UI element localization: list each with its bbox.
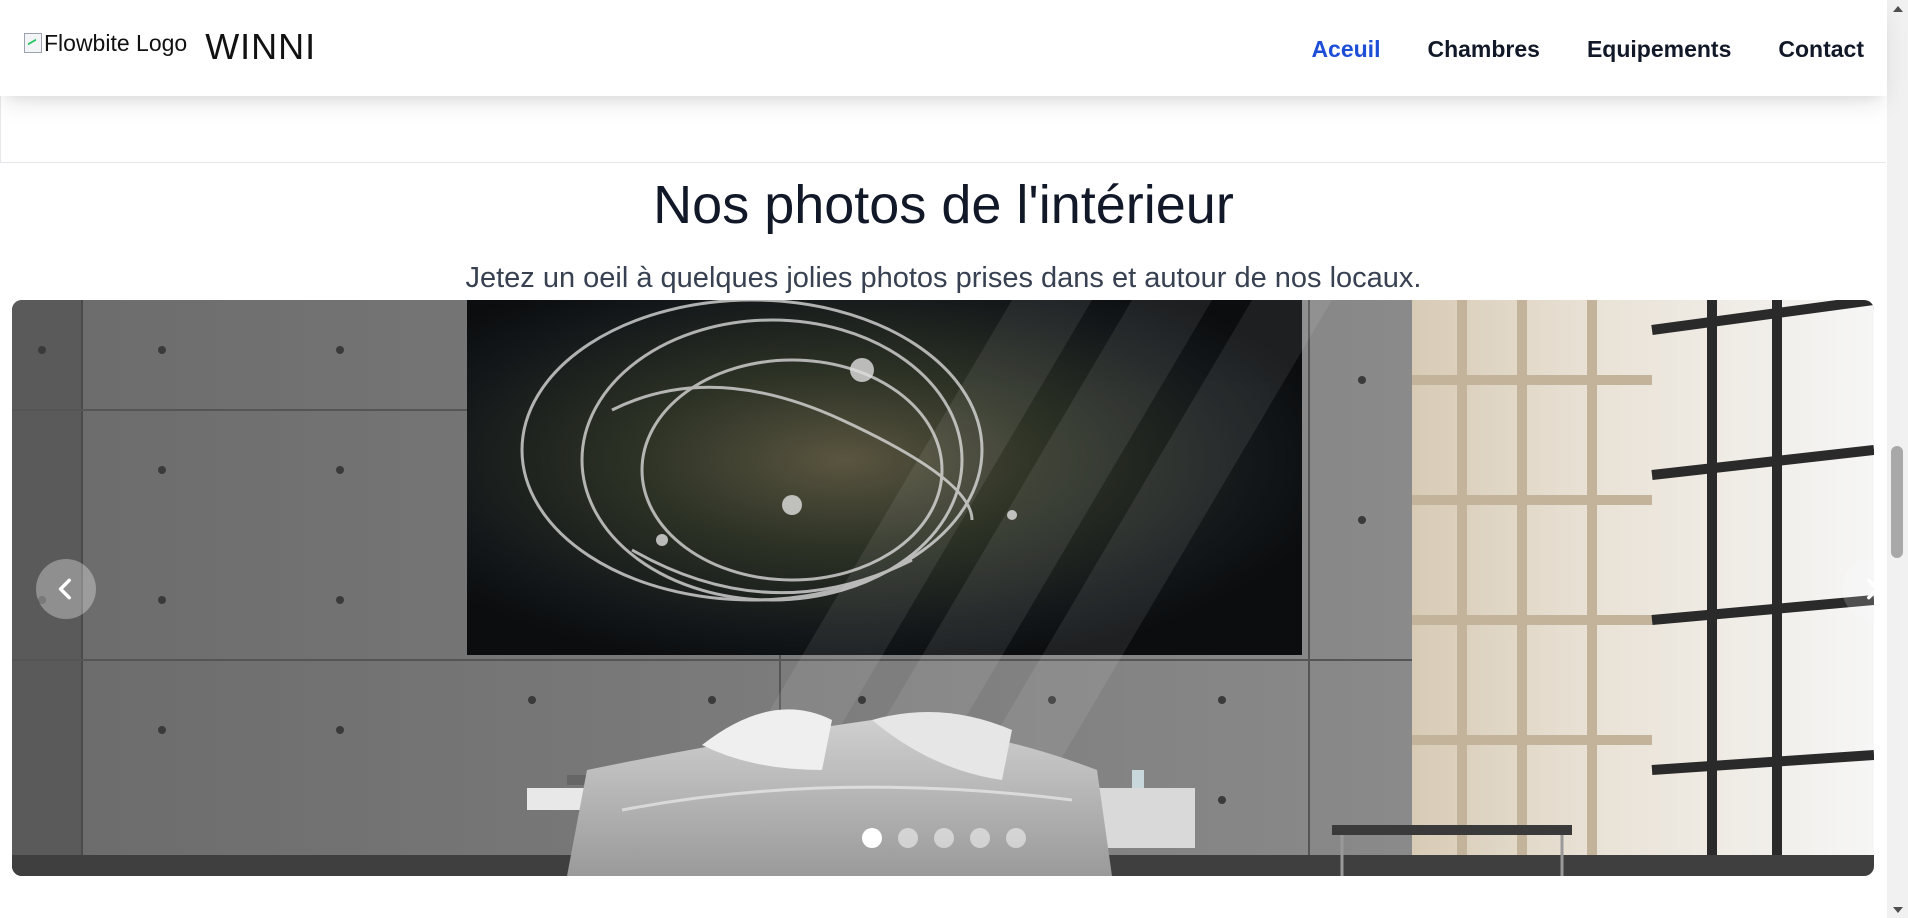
- scroll-up-arrow[interactable]: [1887, 0, 1908, 17]
- nav-links: Aceuil Chambres Equipements Contact: [1264, 36, 1864, 63]
- logo-image: Flowbite Logo: [24, 23, 187, 63]
- vertical-scrollbar[interactable]: [1887, 0, 1908, 918]
- navbar: Flowbite Logo WINNI Aceuil Chambres Equi…: [0, 0, 1887, 96]
- chevron-right-icon: [1867, 578, 1874, 600]
- carousel-indicators: [862, 828, 1026, 848]
- carousel-indicator-5[interactable]: [1006, 828, 1026, 848]
- brand[interactable]: Flowbite Logo WINNI: [24, 22, 316, 67]
- brand-name: WINNI: [205, 26, 317, 67]
- logo-alt-text: Flowbite Logo: [44, 29, 188, 56]
- nav-link-equipements[interactable]: Equipements: [1587, 36, 1731, 63]
- nav-link-aceuil[interactable]: Aceuil: [1311, 36, 1380, 63]
- scroll-down-arrow[interactable]: [1887, 901, 1908, 918]
- carousel-prev-button[interactable]: [36, 559, 96, 619]
- caret-down-icon: [1892, 906, 1903, 913]
- scrollbar-thumb[interactable]: [1891, 446, 1903, 558]
- carousel-indicator-1[interactable]: [862, 828, 882, 848]
- chevron-left-icon: [58, 578, 71, 600]
- page: Flowbite Logo WINNI Aceuil Chambres Equi…: [0, 0, 1887, 918]
- photo-carousel: [12, 300, 1874, 876]
- nav-link-contact[interactable]: Contact: [1778, 36, 1864, 63]
- carousel-indicator-2[interactable]: [898, 828, 918, 848]
- caret-up-icon: [1892, 5, 1903, 12]
- carousel-indicator-3[interactable]: [934, 828, 954, 848]
- carousel-slide-image: [12, 300, 1874, 876]
- previous-section-bottom: [0, 96, 1886, 163]
- section-title: Nos photos de l'intérieur: [653, 175, 1234, 235]
- nav-link-chambres[interactable]: Chambres: [1427, 36, 1539, 63]
- section-subtitle: Jetez un oeil à quelques jolies photos p…: [465, 262, 1422, 294]
- broken-image-icon: [24, 33, 42, 53]
- carousel-indicator-4[interactable]: [970, 828, 990, 848]
